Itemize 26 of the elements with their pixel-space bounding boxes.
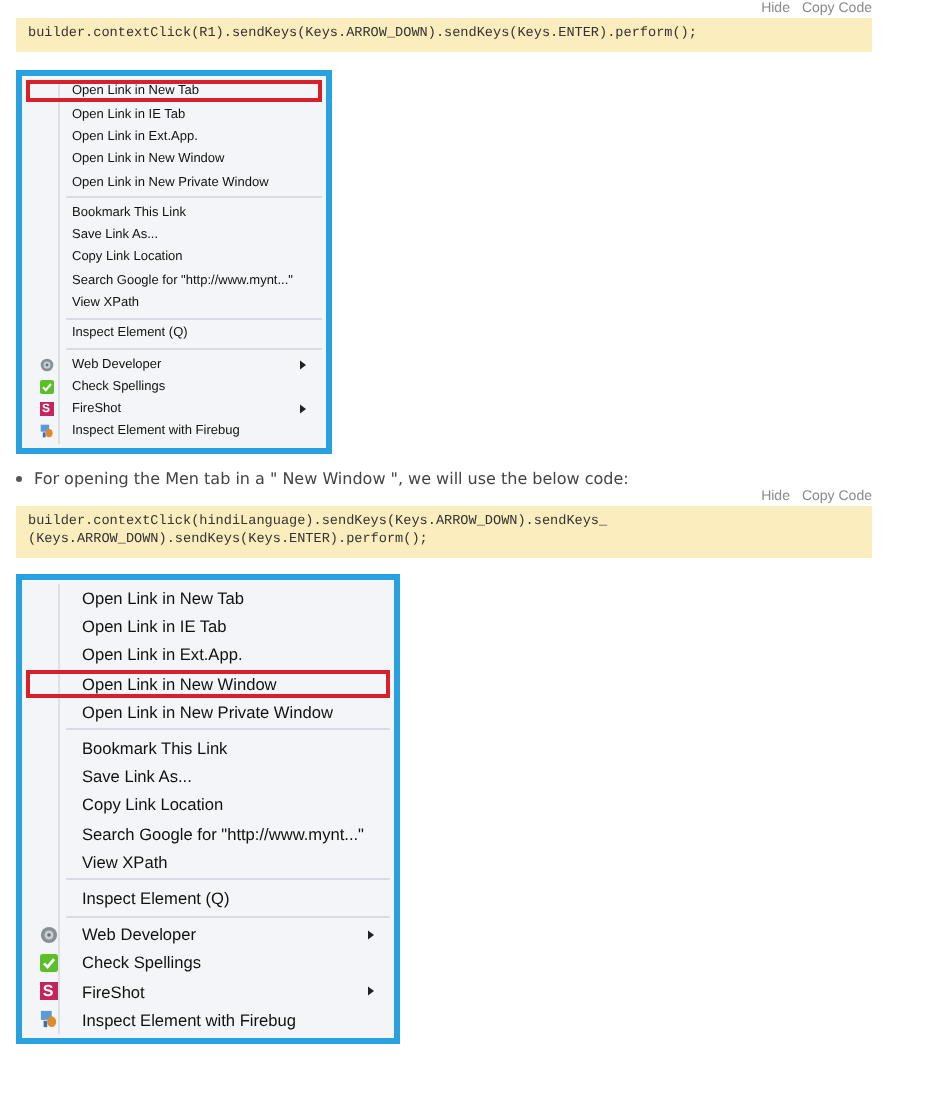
menu-item[interactable]: Inspect Element with Firebug xyxy=(26,1005,390,1034)
submenu-arrow-icon xyxy=(368,986,374,996)
fireshot-logo-icon: S xyxy=(39,982,57,1000)
menu-item[interactable]: Save Link As... xyxy=(26,762,390,791)
menu-item[interactable]: Open Link in New Private Window xyxy=(26,697,390,726)
menu-item[interactable]: Open Link in New Window xyxy=(26,669,390,698)
submenu-arrow-icon xyxy=(300,359,306,370)
menu-item[interactable]: S FireShot xyxy=(26,976,390,1006)
bullet-icon xyxy=(16,475,22,482)
menu-item[interactable]: Copy Link Location xyxy=(26,790,390,819)
menu-item[interactable]: Check Spellings xyxy=(26,948,390,977)
menu-item[interactable]: Open Link in New Tab xyxy=(26,583,390,613)
menu-item[interactable]: Open Link in IE Tab xyxy=(26,612,390,641)
menu-item[interactable]: View XPath xyxy=(26,847,390,876)
check-icon xyxy=(39,379,53,394)
check-icon xyxy=(39,953,57,972)
submenu-arrow-icon xyxy=(368,929,374,940)
bug-icon xyxy=(39,424,53,439)
bug-icon xyxy=(39,1010,57,1029)
menu-item[interactable]: Search Google for "http://www.mynt..." xyxy=(26,818,390,848)
menu-item[interactable]: Inspect Element (Q) xyxy=(26,883,390,913)
menu-item[interactable]: Web Developer xyxy=(26,920,390,949)
menu-item[interactable]: Open Link in Ext.App. xyxy=(26,640,390,670)
submenu-arrow-icon xyxy=(300,404,306,415)
menu-item[interactable]: Bookmark This Link xyxy=(26,733,390,763)
paragraph: For opening the Men tab in a " New Window ", we will use the below code: xyxy=(34,469,629,488)
